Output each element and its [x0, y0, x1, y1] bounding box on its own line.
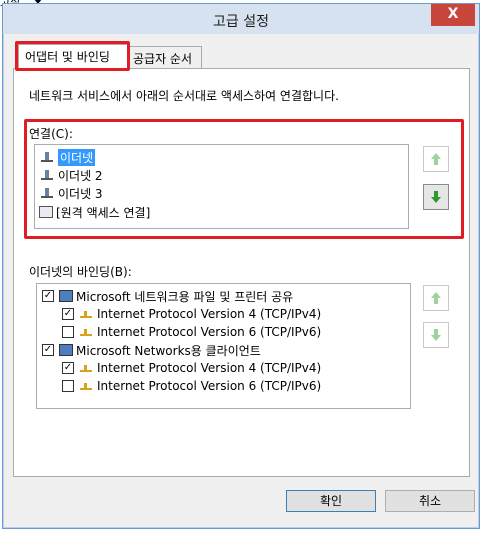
- checkbox-checked-icon[interactable]: ✓: [42, 344, 54, 356]
- title-bar[interactable]: 고급 설정 X: [3, 4, 479, 34]
- protocol-icon: [79, 381, 93, 391]
- dialog-title: 고급 설정: [213, 14, 269, 30]
- ok-button[interactable]: 확인: [286, 490, 376, 512]
- tab-label: 공급자 순서: [133, 52, 193, 66]
- arrow-down-icon: [431, 329, 441, 341]
- highlight-box-tab: [15, 41, 130, 71]
- protocol-icon: [79, 309, 93, 319]
- highlight-box-connections: [24, 119, 464, 239]
- tab-provider-order[interactable]: 공급자 순서: [126, 46, 202, 68]
- bindings-list[interactable]: ✓ Microsoft 네트워크용 파일 및 프린터 공유 ✓ Internet…: [36, 283, 411, 409]
- binding-item[interactable]: ✓ Internet Protocol Version 4 (TCP/IPv4): [62, 305, 321, 323]
- computer-service-icon: [59, 290, 73, 302]
- description-text: 네트워크 서비스에서 아래의 순서대로 액세스하여 연결합니다.: [29, 89, 339, 103]
- move-down-binding-button[interactable]: [423, 322, 449, 348]
- binding-item[interactable]: ✓ Microsoft Networks용 클라이언트: [42, 341, 261, 359]
- protocol-icon: [79, 363, 93, 373]
- binding-label: Internet Protocol Version 6 (TCP/IPv6): [97, 379, 322, 393]
- checkbox-checked-icon[interactable]: ✓: [62, 362, 74, 374]
- tab-panel: 네트워크 서비스에서 아래의 순서대로 액세스하여 연결합니다. 연결(C): …: [13, 68, 470, 477]
- checkbox-unchecked-icon[interactable]: [62, 326, 74, 338]
- binding-item[interactable]: ✓ Internet Protocol Version 4 (TCP/IPv4): [62, 359, 321, 377]
- close-button[interactable]: X: [431, 4, 475, 26]
- binding-label: Microsoft Networks용 클라이언트: [76, 343, 261, 358]
- checkbox-checked-icon[interactable]: ✓: [62, 308, 74, 320]
- binding-item[interactable]: ✓ Microsoft 네트워크용 파일 및 프린터 공유: [42, 287, 293, 305]
- binding-item[interactable]: Internet Protocol Version 6 (TCP/IPv6): [62, 377, 321, 395]
- arrow-up-icon: [431, 292, 441, 304]
- cancel-button[interactable]: 취소: [385, 490, 475, 512]
- checkbox-unchecked-icon[interactable]: [62, 380, 74, 392]
- protocol-icon: [79, 327, 93, 337]
- binding-item[interactable]: Internet Protocol Version 6 (TCP/IPv6): [62, 323, 321, 341]
- computer-client-icon: [59, 344, 73, 356]
- binding-label: Microsoft 네트워크용 파일 및 프린터 공유: [76, 289, 294, 304]
- advanced-settings-dialog: 고급 설정 X 어댑터 및 바인딩 공급자 순서 네트워크 서비스에서 아래의 …: [2, 3, 480, 529]
- binding-label: Internet Protocol Version 6 (TCP/IPv6): [97, 325, 322, 339]
- checkbox-checked-icon[interactable]: ✓: [42, 290, 54, 302]
- bindings-label: 이더넷의 바인딩(B):: [29, 265, 132, 279]
- binding-label: Internet Protocol Version 4 (TCP/IPv4): [97, 307, 322, 321]
- move-up-binding-button[interactable]: [423, 285, 449, 311]
- binding-label: Internet Protocol Version 4 (TCP/IPv4): [97, 361, 322, 375]
